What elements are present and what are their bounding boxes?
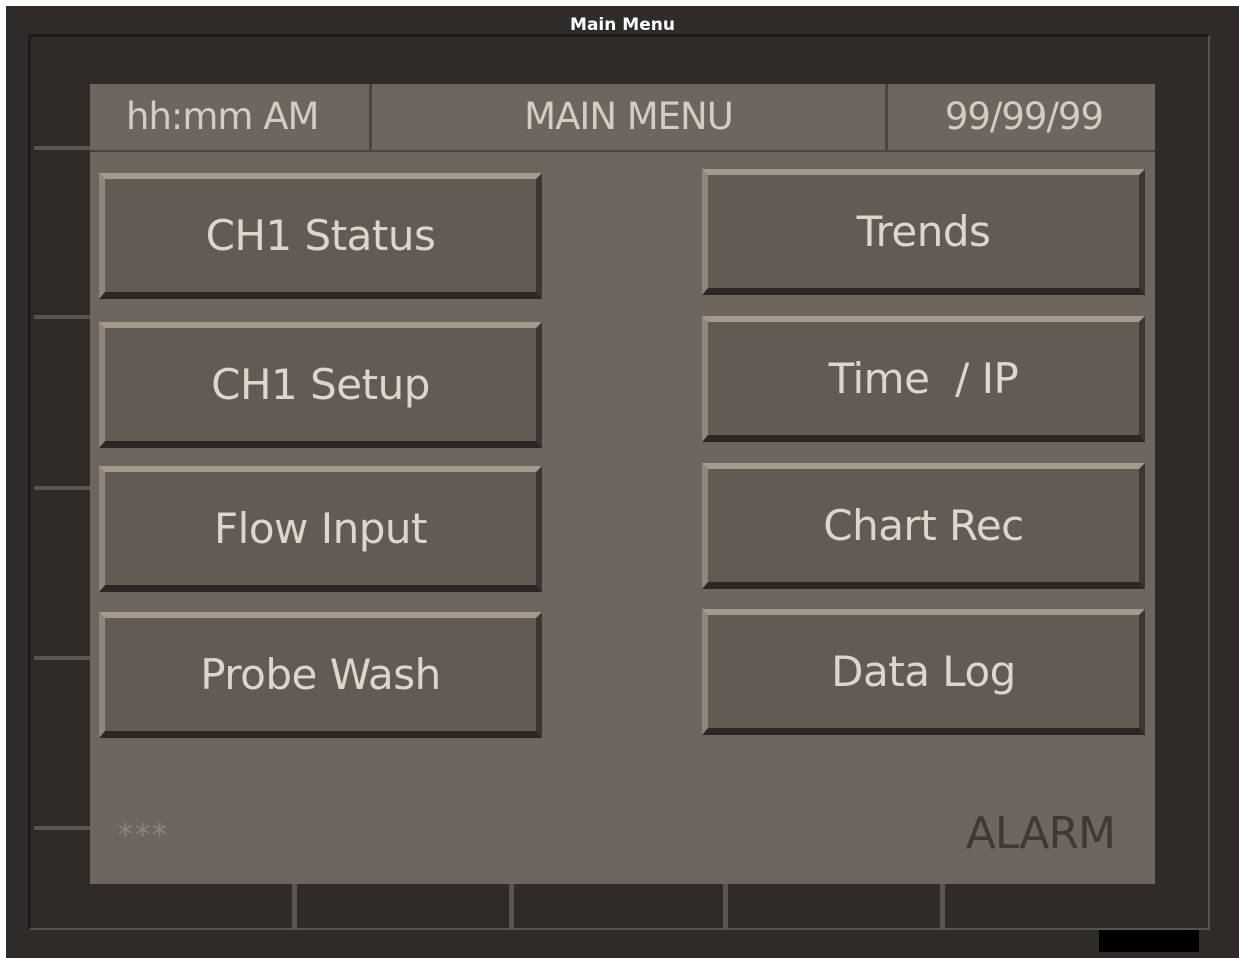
softkey-divider	[34, 315, 90, 319]
data-log-button[interactable]: Data Log	[702, 609, 1145, 735]
softkey-divider	[723, 884, 728, 930]
ch1-setup-button[interactable]: CH1 Setup	[99, 322, 542, 448]
button-label: Data Log	[831, 647, 1016, 696]
alarm-indicator: ALARM	[965, 808, 1116, 859]
softkey-divider	[34, 146, 90, 150]
button-label: Flow Input	[214, 504, 427, 553]
softkey-divider	[940, 884, 945, 930]
clock-time: hh:mm AM	[126, 95, 319, 138]
button-label: Chart Rec	[823, 501, 1024, 550]
time-ip-button[interactable]: Time / IP	[702, 316, 1145, 442]
chart-rec-button[interactable]: Chart Rec	[702, 463, 1145, 589]
status-indicator: ***	[118, 818, 169, 853]
softkey-divider	[34, 486, 90, 490]
softkey-divider	[509, 884, 514, 930]
softkey-divider	[34, 656, 90, 660]
probe-wash-button[interactable]: Probe Wash	[99, 612, 542, 738]
trends-button[interactable]: Trends	[702, 169, 1145, 295]
button-label: Time / IP	[828, 354, 1019, 403]
button-label: CH1 Status	[205, 211, 436, 260]
button-label: Probe Wash	[200, 650, 441, 699]
button-label: Trends	[856, 207, 991, 256]
softkey-divider	[34, 826, 90, 830]
flow-input-button[interactable]: Flow Input	[99, 466, 542, 592]
button-label: CH1 Setup	[211, 360, 430, 409]
clock-date: 99/99/99	[944, 95, 1104, 138]
ch1-status-button[interactable]: CH1 Status	[99, 173, 542, 299]
softkey-divider	[292, 884, 297, 930]
status-block	[1099, 930, 1199, 952]
header-divider	[885, 84, 888, 150]
page-title: MAIN MENU	[524, 95, 734, 138]
header-bar: hh:mm AM MAIN MENU 99/99/99	[90, 84, 1155, 152]
